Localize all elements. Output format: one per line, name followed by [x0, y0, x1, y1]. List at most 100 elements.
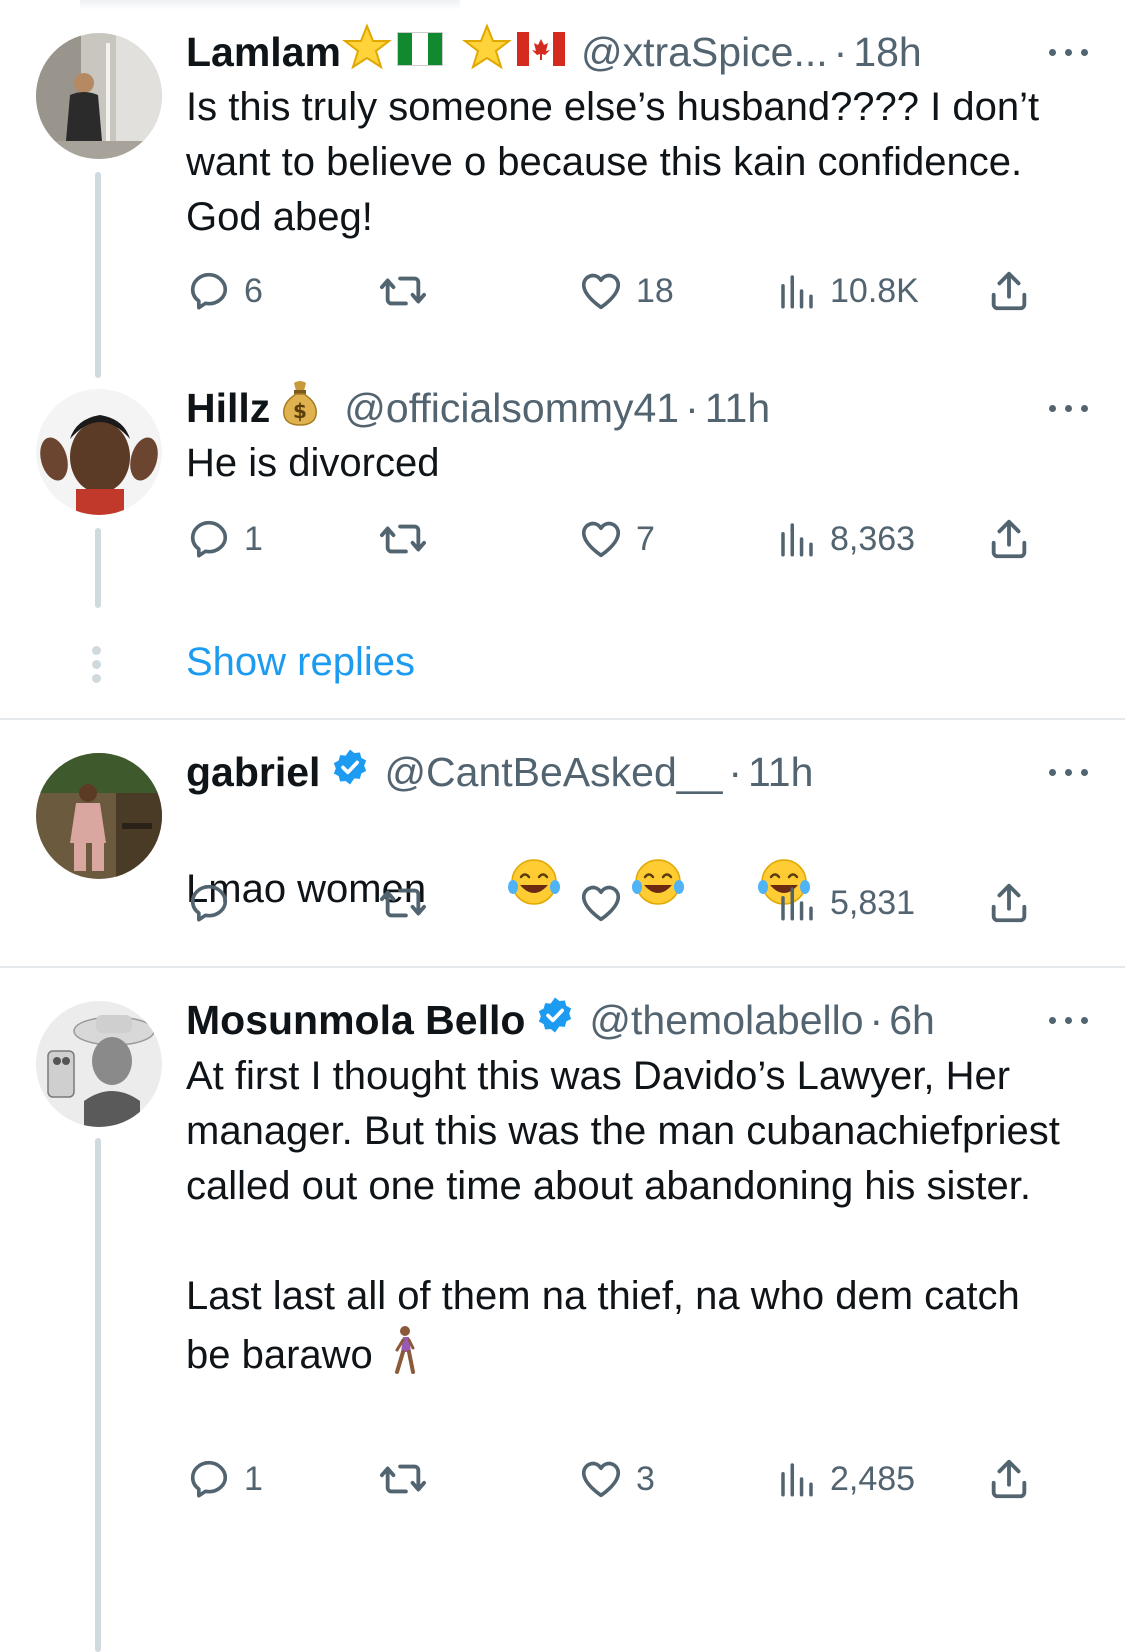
views-chart-icon: [781, 523, 813, 557]
share-button[interactable]: [986, 878, 1032, 928]
heart-icon: [581, 273, 621, 310]
tweet-text-content: At first I thought this was Davido’s Law…: [186, 1054, 1060, 1377]
tweet-lamlam[interactable]: Lamlam @xtraSpice... · 18h Is this truly…: [0, 0, 1125, 378]
verified-badge-icon: [535, 995, 575, 1046]
timestamp[interactable]: 18h: [853, 27, 921, 77]
views-button[interactable]: 2,485: [776, 1454, 915, 1504]
display-name[interactable]: Mosunmola Bello: [186, 995, 525, 1045]
avatar[interactable]: [36, 389, 162, 515]
retweet-button[interactable]: [378, 266, 440, 316]
timestamp[interactable]: 11h: [705, 383, 770, 433]
reply-count: 1: [244, 1459, 263, 1498]
user-handle[interactable]: @officialsommy41: [344, 383, 679, 433]
tweet-header: Hillz $ @officialsommy41 · 11h: [186, 380, 1065, 433]
tweet-text: He is divorced: [186, 441, 440, 485]
action-bar: 6 18 10.8K: [186, 266, 1086, 316]
heart-icon: [581, 885, 621, 922]
verified-badge-icon: [330, 747, 370, 798]
views-chart-icon: [781, 887, 813, 921]
like-count: 3: [636, 1459, 655, 1498]
heart-icon: [581, 521, 621, 558]
reply-button[interactable]: [186, 878, 244, 928]
reply-icon: [190, 1460, 228, 1498]
views-button[interactable]: 8,363: [776, 514, 915, 564]
like-button[interactable]: 7: [578, 514, 655, 564]
more-options-icon[interactable]: [1047, 1010, 1091, 1030]
views-chart-icon: [781, 1463, 813, 1497]
share-icon: [991, 1459, 1027, 1499]
more-options-icon[interactable]: [1047, 42, 1091, 62]
reply-icon: [190, 272, 228, 310]
canada-flag-icon: [516, 27, 565, 77]
tweet-hillz[interactable]: Hillz $ @officialsommy41 · 11h He is div…: [0, 378, 1125, 718]
views-chart-icon: [781, 275, 813, 309]
share-icon: [991, 883, 1027, 923]
retweet-button[interactable]: [378, 514, 440, 564]
thread-line: [95, 172, 101, 378]
nigeria-flag-icon: [396, 27, 443, 77]
view-count: 8,363: [830, 519, 916, 558]
share-icon: [991, 519, 1027, 559]
separator-dot: ·: [685, 385, 699, 431]
like-count: 18: [636, 271, 674, 310]
reply-count: 1: [244, 519, 263, 558]
money-bag-icon: $: [280, 379, 320, 438]
retweet-icon: [379, 1464, 426, 1494]
tweet-header: gabriel @CantBeAsked__ · 11h: [186, 747, 1065, 797]
tweet-header: Mosunmola Bello @themolabello · 6h: [186, 995, 1065, 1045]
tweet-header: Lamlam @xtraSpice... · 18h: [186, 22, 1065, 77]
woman-walking-icon: [387, 1324, 421, 1391]
action-bar: 1 3 2,485: [186, 1454, 1086, 1504]
reply-button[interactable]: 1: [186, 514, 263, 564]
action-bar: 5,831: [186, 878, 1086, 928]
view-count: 10.8K: [830, 271, 919, 310]
view-count: 5,831: [830, 883, 916, 922]
svg-text:$: $: [293, 399, 307, 423]
tweet-mosunmola-bello[interactable]: Mosunmola Bello @themolabello · 6h At fi…: [0, 968, 1125, 1652]
thread-dots-icon: [92, 646, 102, 688]
avatar[interactable]: [36, 33, 162, 159]
retweet-button[interactable]: [378, 1454, 440, 1504]
share-button[interactable]: [986, 514, 1032, 564]
tweet-gabriel[interactable]: gabriel @CantBeAsked__ · 11h Lmao women: [0, 720, 1125, 966]
timestamp[interactable]: 11h: [748, 747, 813, 797]
retweet-icon: [379, 276, 426, 306]
views-button[interactable]: 10.8K: [776, 266, 919, 316]
reply-icon: [190, 884, 228, 922]
display-name[interactable]: Lamlam: [186, 27, 341, 77]
avatar[interactable]: [36, 753, 162, 879]
show-replies-link[interactable]: Show replies: [186, 640, 415, 685]
share-button[interactable]: [986, 266, 1032, 316]
share-button[interactable]: [986, 1454, 1032, 1504]
display-name[interactable]: gabriel: [186, 747, 320, 797]
more-options-icon[interactable]: [1047, 398, 1091, 418]
like-button[interactable]: 18: [578, 266, 674, 316]
avatar[interactable]: [36, 1001, 162, 1127]
reply-icon: [190, 520, 228, 558]
retweet-button[interactable]: [378, 878, 440, 928]
reply-button[interactable]: 6: [186, 266, 263, 316]
star-icon: [341, 22, 393, 82]
like-count: 7: [636, 519, 655, 558]
user-handle[interactable]: @xtraSpice...: [581, 27, 828, 77]
user-handle[interactable]: @themolabello: [589, 995, 863, 1045]
views-button[interactable]: 5,831: [776, 878, 915, 928]
reply-button[interactable]: 1: [186, 1454, 263, 1504]
action-bar: 1 7 8,363: [186, 514, 1086, 564]
thread-line: [95, 528, 101, 608]
heart-icon: [581, 1461, 621, 1498]
display-name[interactable]: Hillz: [186, 383, 270, 433]
like-button[interactable]: 3: [578, 1454, 655, 1504]
separator-dot: ·: [869, 997, 884, 1043]
more-options-icon[interactable]: [1047, 762, 1091, 782]
view-count: 2,485: [830, 1459, 916, 1498]
tweet-text: Is this truly someone else’s husband????…: [186, 85, 1051, 239]
like-button[interactable]: [578, 878, 636, 928]
separator-dot: ·: [833, 29, 848, 75]
user-handle[interactable]: @CantBeAsked__: [384, 747, 722, 797]
timestamp[interactable]: 6h: [889, 995, 935, 1045]
separator-dot: ·: [728, 749, 743, 795]
reply-count: 6: [244, 271, 263, 310]
retweet-icon: [379, 888, 426, 918]
share-icon: [991, 271, 1027, 311]
